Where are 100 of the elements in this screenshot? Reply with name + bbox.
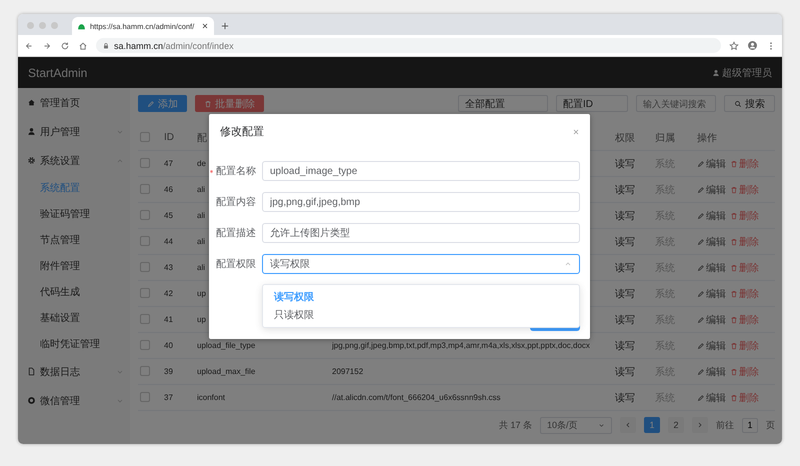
gear-icon	[27, 156, 36, 165]
checkbox[interactable]	[140, 132, 150, 142]
table-cell: 读写	[613, 202, 653, 228]
user-icon	[27, 127, 36, 136]
sidebar-item[interactable]: 节点管理	[18, 227, 130, 253]
trash-icon	[730, 342, 738, 350]
edit-link[interactable]: 编辑	[697, 234, 726, 248]
batch-delete-button[interactable]: 批量删除	[195, 95, 264, 112]
table-cell: 40	[162, 332, 195, 358]
checkbox[interactable]	[140, 314, 150, 324]
previous-page-button[interactable]	[620, 417, 636, 433]
account-icon[interactable]	[747, 40, 758, 51]
delete-link[interactable]: 删除	[730, 364, 759, 378]
chevron-right-icon	[696, 421, 704, 429]
input-field[interactable]: 允许上传图片类型	[262, 223, 580, 243]
sidebar-item[interactable]: 系统设置	[18, 146, 130, 175]
delete-link[interactable]: 删除	[730, 338, 759, 352]
search-field[interactable]: 输入关键词搜索	[636, 95, 716, 112]
address-field[interactable]: sa.hamm.cn/admin/conf/index	[96, 38, 721, 53]
delete-link[interactable]: 删除	[730, 390, 759, 404]
chevron-left-icon	[624, 421, 632, 429]
checkbox[interactable]	[140, 158, 150, 168]
input-field[interactable]: upload_image_type	[262, 161, 580, 181]
delete-link[interactable]: 删除	[730, 156, 759, 170]
delete-link[interactable]: 删除	[730, 182, 759, 196]
table-cell: 45	[162, 202, 195, 228]
sidebar-item[interactable]: 系统配置	[18, 175, 130, 201]
edit-link[interactable]: 编辑	[697, 260, 726, 274]
table-cell: //at.alicdn.com/t/font_666204_u6x6ssnn9sh.css	[330, 384, 613, 410]
checkbox[interactable]	[140, 236, 150, 246]
document-icon	[27, 367, 36, 376]
circle-icon	[27, 396, 36, 405]
close-icon[interactable]	[201, 22, 209, 30]
edit-link[interactable]: 编辑	[697, 208, 726, 222]
delete-link[interactable]: 删除	[730, 234, 759, 248]
permission-select[interactable]: 读写权限	[262, 254, 580, 274]
page-size-select[interactable]: 10条/页	[540, 416, 612, 434]
new-tab-icon[interactable]	[220, 21, 230, 31]
reload-icon[interactable]	[60, 40, 70, 50]
sidebar-item[interactable]: 用户管理	[18, 117, 130, 146]
lock-icon	[102, 42, 110, 50]
page-button[interactable]: 1	[644, 417, 660, 433]
sidebar-item[interactable]: 管理首页	[18, 88, 130, 117]
table-cell: 46	[162, 176, 195, 202]
sidebar-item[interactable]: 验证码管理	[18, 201, 130, 227]
filter-select[interactable]: 全部配置	[458, 95, 548, 112]
home-icon[interactable]	[78, 40, 88, 50]
checkbox[interactable]	[140, 184, 150, 194]
search-icon	[734, 100, 742, 108]
delete-link[interactable]: 删除	[730, 260, 759, 274]
sidebar-item[interactable]: 代码生成	[18, 279, 130, 305]
user-name[interactable]: 超级管理员	[722, 66, 772, 80]
forward-icon[interactable]	[42, 40, 52, 50]
next-page-button[interactable]	[692, 417, 708, 433]
table-cell: 47	[162, 150, 195, 176]
sidebar-item[interactable]: 数据日志	[18, 357, 130, 386]
table-cell: 读写	[613, 176, 653, 202]
page-label: 页	[766, 418, 775, 432]
column-header: 归属	[653, 125, 695, 150]
edit-link[interactable]: 编辑	[697, 312, 726, 326]
delete-link[interactable]: 删除	[730, 208, 759, 222]
field-label: 配置名称	[216, 164, 256, 178]
checkbox[interactable]	[140, 340, 150, 350]
trash-icon	[730, 212, 738, 220]
trash-icon	[204, 100, 212, 108]
trash-icon	[730, 290, 738, 298]
edit-link[interactable]: 编辑	[697, 156, 726, 170]
sidebar-item[interactable]: 临时凭证管理	[18, 331, 130, 357]
sidebar-item[interactable]: 附件管理	[18, 253, 130, 279]
input-field[interactable]: jpg,png,gif,jpeg,bmp	[262, 192, 580, 212]
sidebar-item[interactable]: 基础设置	[18, 305, 130, 331]
field-select[interactable]: 配置ID	[556, 95, 628, 112]
sidebar-item[interactable]: 微信管理	[18, 386, 130, 415]
table-cell: 39	[162, 358, 195, 384]
edit-link[interactable]: 编辑	[697, 286, 726, 300]
checkbox[interactable]	[140, 262, 150, 272]
add-button[interactable]: 添加	[138, 95, 187, 112]
checkbox[interactable]	[140, 288, 150, 298]
total-count: 共 17 条	[498, 418, 532, 432]
search-button[interactable]: 搜索	[724, 95, 775, 112]
checkbox[interactable]	[140, 366, 150, 376]
edit-link[interactable]: 编辑	[697, 390, 726, 404]
edit-link[interactable]: 编辑	[697, 338, 726, 352]
edit-link[interactable]: 编辑	[697, 182, 726, 196]
edit-link[interactable]: 编辑	[697, 364, 726, 378]
checkbox[interactable]	[140, 210, 150, 220]
pencil-icon	[147, 100, 155, 108]
pencil-icon	[697, 394, 705, 402]
delete-link[interactable]: 删除	[730, 286, 759, 300]
back-icon[interactable]	[24, 40, 34, 50]
checkbox[interactable]	[140, 392, 150, 402]
bookmark-star-icon[interactable]	[729, 40, 739, 50]
chevron-down-icon	[598, 422, 605, 428]
page-button[interactable]: 2	[668, 417, 684, 433]
trash-icon	[730, 264, 738, 272]
page-number-field[interactable]: 1	[742, 418, 758, 432]
field-label: 配置权限	[216, 258, 256, 271]
delete-link[interactable]: 删除	[730, 312, 759, 326]
table-cell: 42	[162, 280, 195, 306]
chevron-up-icon	[564, 260, 572, 268]
